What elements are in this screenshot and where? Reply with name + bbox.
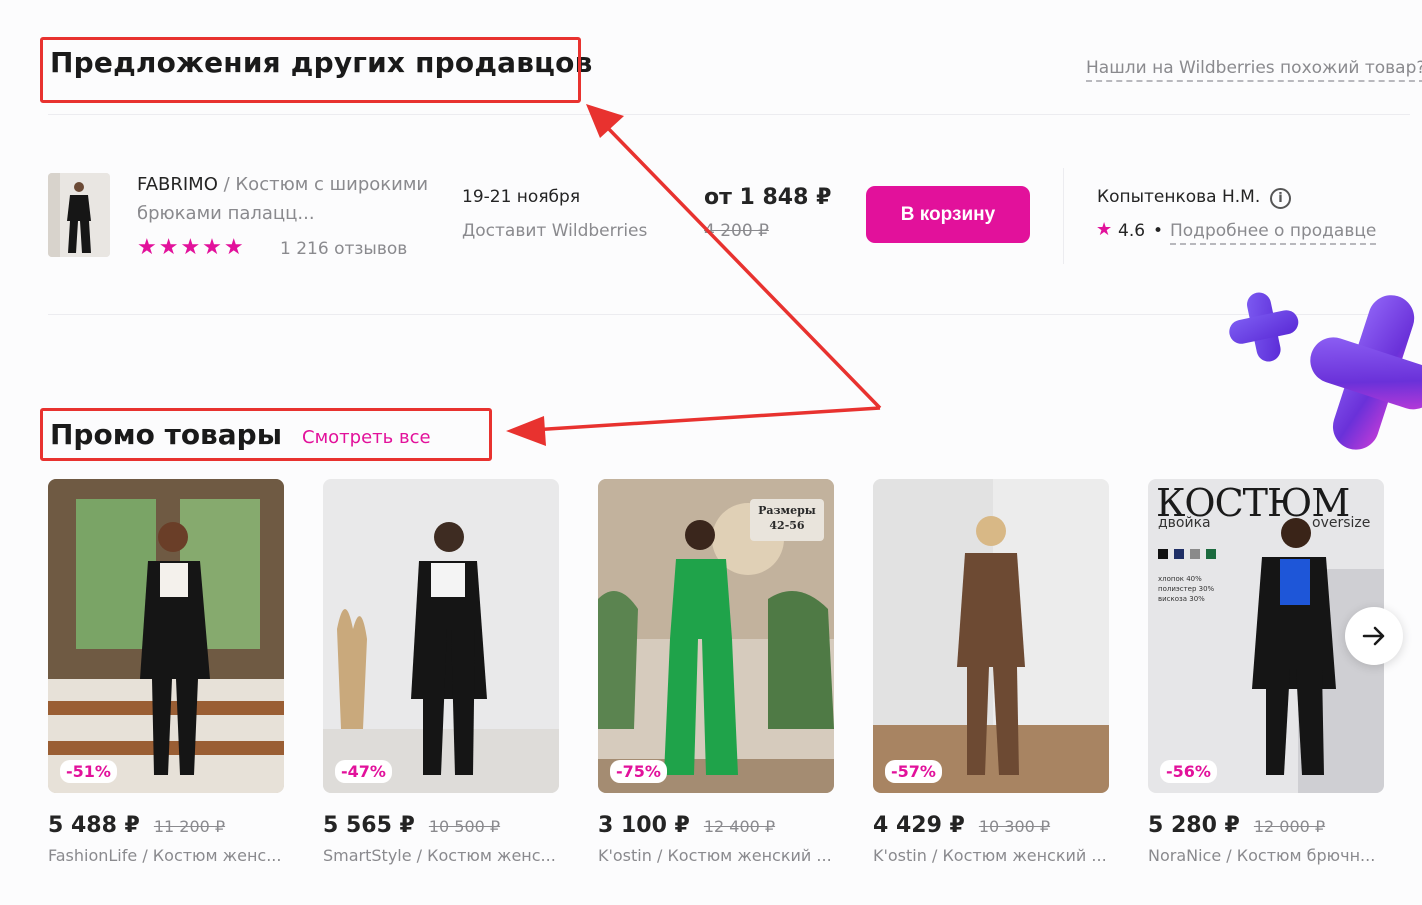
annotation-arrows bbox=[506, 104, 882, 446]
